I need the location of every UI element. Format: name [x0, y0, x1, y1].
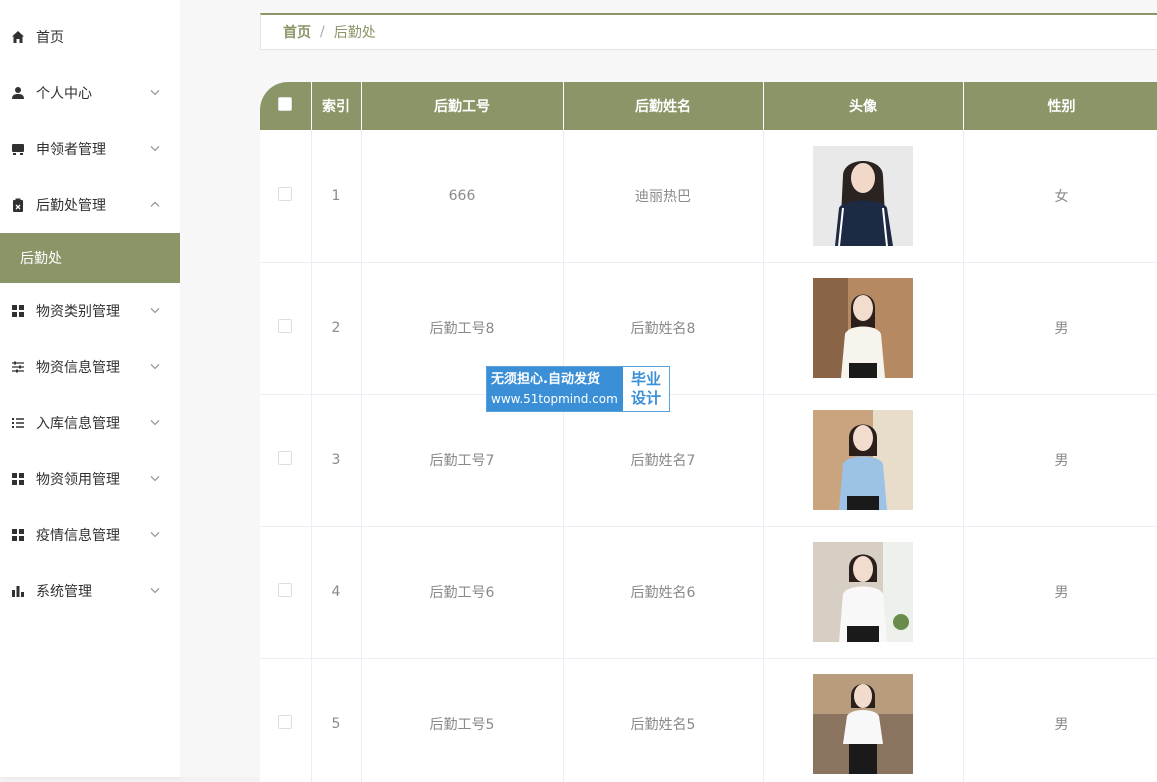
menu-item-material-use[interactable]: 物资领用管理: [0, 451, 180, 507]
watermark-text-2: 设计: [630, 389, 661, 407]
chevron-down-icon: [150, 83, 160, 99]
cell-avatar: [763, 658, 964, 782]
cell-avatar: [763, 394, 964, 527]
store-icon: [10, 141, 26, 157]
avatar: [813, 542, 913, 642]
cell-gender: 男: [963, 526, 1157, 659]
cell-index: 4: [311, 526, 362, 659]
avatar: [813, 674, 913, 774]
table-row[interactable]: 3 后勤工号7 后勤姓名7 男: [260, 394, 1157, 527]
cell-staff-name: 后勤姓名5: [563, 658, 764, 782]
row-checkbox[interactable]: [278, 715, 293, 729]
grid-icon: [10, 471, 26, 487]
cell-avatar: [763, 526, 964, 659]
avatar: [813, 145, 913, 246]
menu-item-stock-in[interactable]: 入库信息管理: [0, 395, 180, 451]
watermark-slogan: 无须担心.自动发货: [491, 372, 600, 387]
watermark-left: 无须担心.自动发货 www.51topmind.com: [487, 367, 623, 411]
sidebar: 首页 个人中心 申领者管理 后勤处管理 后勤处 物资类别管理 物资信息管理 入库…: [0, 0, 180, 777]
cell-gender: 男: [963, 262, 1157, 395]
cell-staff-no: 后勤工号7: [361, 394, 564, 527]
bar-chart-icon: [10, 583, 26, 599]
breadcrumb-home[interactable]: 首页: [283, 22, 311, 42]
sliders-icon: [10, 359, 26, 375]
table-row[interactable]: 2 后勤工号8 后勤姓名8 男: [260, 262, 1157, 395]
watermark-text-1: 毕业: [630, 370, 661, 388]
menu-item-epidemic[interactable]: 疫情信息管理: [0, 507, 180, 563]
chevron-down-icon: [150, 301, 160, 317]
row-checkbox-cell: [260, 526, 312, 659]
watermark-badge: 无须担心.自动发货 www.51topmind.com 毕业 设计: [486, 366, 670, 412]
grid-icon: [10, 303, 26, 319]
watermark-right: 毕业 设计: [623, 367, 669, 411]
avatar: [813, 278, 913, 378]
cell-staff-name: 后勤姓名6: [563, 526, 764, 659]
chevron-down-icon: [150, 357, 160, 373]
breadcrumb-separator: /: [320, 24, 325, 40]
grid-icon: [10, 527, 26, 543]
chevron-up-icon: [150, 195, 160, 211]
cell-gender: 男: [963, 658, 1157, 782]
menu-item-logistics[interactable]: 后勤处管理: [0, 177, 180, 233]
menu-item-system[interactable]: 系统管理: [0, 563, 180, 619]
chevron-down-icon: [150, 581, 160, 597]
table-header-row: 索引 后勤工号 后勤姓名 头像 性别: [260, 82, 1157, 130]
cell-gender: 女: [963, 130, 1157, 263]
chevron-down-icon: [150, 469, 160, 485]
chevron-down-icon: [150, 139, 160, 155]
table-row[interactable]: 1 666 迪丽热巴 女: [260, 130, 1157, 263]
table-row[interactable]: 4 后勤工号6 后勤姓名6 男: [260, 526, 1157, 659]
cell-index: 2: [311, 262, 362, 395]
cell-staff-no: 后勤工号5: [361, 658, 564, 782]
cell-staff-no: 后勤工号6: [361, 526, 564, 659]
chevron-down-icon: [150, 413, 160, 429]
header-gender: 性别: [963, 82, 1157, 130]
select-all-checkbox[interactable]: [278, 97, 293, 111]
cell-avatar: [763, 262, 964, 395]
list-icon: [10, 415, 26, 431]
cell-staff-no: 666: [361, 130, 564, 263]
cell-index: 1: [311, 130, 362, 263]
header-avatar: 头像: [763, 82, 964, 130]
menu-label: 首页: [36, 30, 64, 46]
user-icon: [10, 85, 26, 101]
cell-avatar: [763, 130, 964, 263]
row-checkbox-cell: [260, 130, 312, 263]
row-checkbox[interactable]: [278, 319, 293, 333]
header-staff-no: 后勤工号: [361, 82, 564, 130]
menu-item-home[interactable]: 首页: [0, 9, 180, 65]
menu-item-material-info[interactable]: 物资信息管理: [0, 339, 180, 395]
menu-item-personal[interactable]: 个人中心: [0, 65, 180, 121]
select-all-cell: [260, 82, 312, 130]
table-row[interactable]: 5 后勤工号5 后勤姓名5 男: [260, 658, 1157, 782]
menu-item-applicant[interactable]: 申领者管理: [0, 121, 180, 177]
header-index: 索引: [311, 82, 362, 130]
cell-staff-name: 迪丽热巴: [563, 130, 764, 263]
watermark-url: www.51topmind.com: [491, 392, 618, 406]
home-icon: [10, 29, 26, 45]
row-checkbox-cell: [260, 262, 312, 395]
sidebar-subitem-logistics[interactable]: 后勤处: [0, 233, 180, 283]
row-checkbox[interactable]: [278, 583, 293, 597]
clipboard-icon: [10, 197, 26, 213]
cell-index: 5: [311, 658, 362, 782]
avatar: [813, 410, 913, 510]
menu-item-category[interactable]: 物资类别管理: [0, 283, 180, 339]
chevron-down-icon: [150, 525, 160, 541]
row-checkbox-cell: [260, 658, 312, 782]
submenu-label: 后勤处: [20, 251, 62, 267]
data-table: 索引 后勤工号 后勤姓名 头像 性别 1 666 迪丽热巴 女 2 后勤工号8 …: [260, 82, 1157, 782]
header-staff-name: 后勤姓名: [563, 82, 764, 130]
cell-staff-name: 后勤姓名7: [563, 394, 764, 527]
row-checkbox[interactable]: [278, 186, 293, 201]
cell-index: 3: [311, 394, 362, 527]
cell-gender: 男: [963, 394, 1157, 527]
breadcrumb-current: 后勤处: [333, 25, 376, 41]
breadcrumb: 首页 / 后勤处: [260, 13, 1157, 50]
row-checkbox[interactable]: [278, 451, 293, 465]
row-checkbox-cell: [260, 394, 312, 527]
